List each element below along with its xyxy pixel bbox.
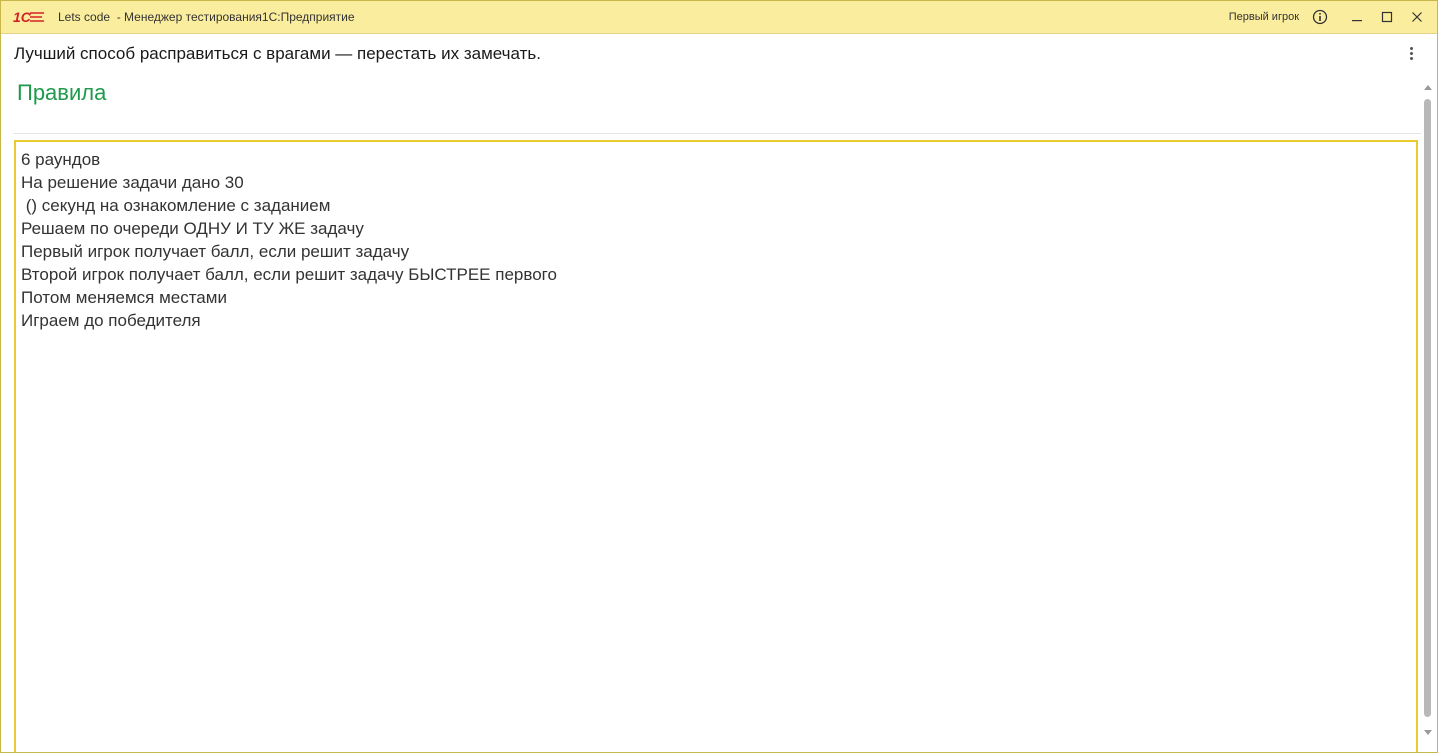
- rules-text-field[interactable]: 6 раундов На решение задачи дано 30 () с…: [14, 140, 1418, 752]
- rules-line: 6 раундов: [21, 150, 101, 169]
- close-icon: [1412, 12, 1422, 22]
- scroll-thumb[interactable]: [1424, 99, 1431, 717]
- maximize-button[interactable]: [1375, 5, 1399, 29]
- title-bar: 1С Lets code - Менеджер тестирования1С:П…: [1, 1, 1437, 34]
- info-icon: [1312, 9, 1328, 25]
- minimize-button[interactable]: [1345, 5, 1369, 29]
- rules-line: Решаем по очереди ОДНУ И ТУ ЖЕ задачу: [21, 219, 364, 238]
- divider: [13, 133, 1421, 134]
- vertical-scrollbar[interactable]: [1423, 85, 1433, 735]
- current-user[interactable]: Первый игрок: [1229, 11, 1299, 23]
- rules-line: () секунд на ознакомление с заданием: [21, 196, 331, 215]
- maximize-icon: [1381, 11, 1393, 23]
- section-title: Правила: [17, 80, 107, 105]
- window-title: Lets code - Менеджер тестирования1С:Пред…: [58, 10, 355, 24]
- 1c-logo-icon[interactable]: 1С: [13, 9, 45, 25]
- close-button[interactable]: [1405, 5, 1429, 29]
- info-button[interactable]: [1308, 5, 1332, 29]
- rules-line: На решение задачи дано 30: [21, 173, 244, 192]
- minimize-icon: [1352, 20, 1362, 22]
- scroll-down-icon[interactable]: [1424, 730, 1432, 735]
- rules-line: Потом меняемся местами: [21, 288, 227, 307]
- rules-line: Первый игрок получает балл, если решит з…: [21, 242, 410, 261]
- more-vertical-icon[interactable]: [1407, 44, 1415, 62]
- rules-line: Второй игрок получает балл, если решит з…: [21, 265, 557, 284]
- quote-text: Лучший способ расправиться с врагами — п…: [14, 44, 541, 63]
- scroll-up-icon[interactable]: [1424, 85, 1432, 90]
- svg-text:1С: 1С: [13, 9, 32, 25]
- app-window: 1С Lets code - Менеджер тестирования1С:П…: [0, 0, 1438, 753]
- rules-line: Играем до победителя: [21, 311, 201, 330]
